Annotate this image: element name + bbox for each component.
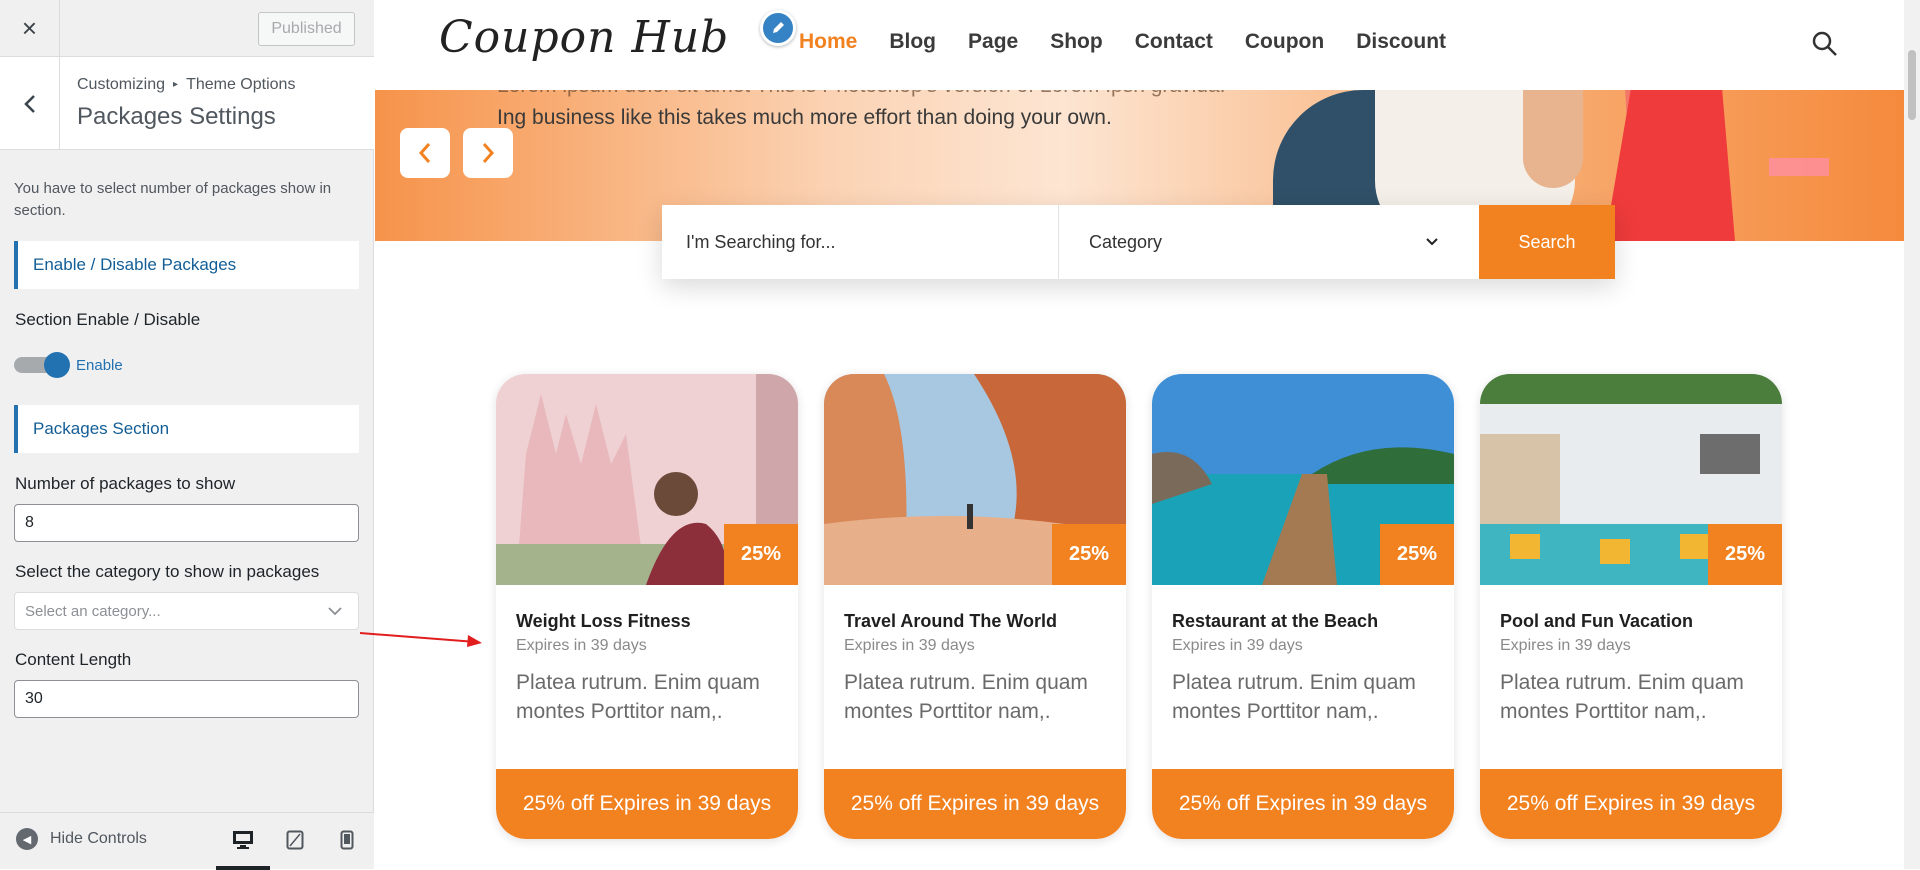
breadcrumb-separator: ▸ [173, 79, 179, 91]
content-length-label: Content Length [15, 650, 132, 669]
package-description: Platea rutrum. Enim quam montes Porttito… [844, 671, 1088, 723]
package-offer-footer[interactable]: 25% off Expires in 39 days [1480, 769, 1782, 839]
site-header: Coupon Hub Home Blog Page Shop Contact C… [375, 0, 1904, 90]
nav-home[interactable]: Home [799, 30, 857, 54]
package-card[interactable]: 25% Weight Loss Fitness Expires in 39 da… [496, 374, 798, 839]
customizer-topbar: × Published [0, 0, 374, 57]
num-packages-label: Number of packages to show [15, 474, 236, 493]
nav-page[interactable]: Page [968, 30, 1018, 54]
category-dropdown-value: Category [1089, 231, 1163, 252]
section-description: You have to select number of packages sh… [14, 180, 332, 219]
package-description: Platea rutrum. Enim quam montes Porttito… [1172, 671, 1416, 723]
section-enable-toggle[interactable] [14, 352, 70, 378]
tablet-icon [286, 830, 304, 850]
package-expiry: Expires in 39 days [1500, 637, 1631, 654]
pencil-icon [773, 22, 784, 33]
breadcrumb-parent: Theme Options [186, 76, 296, 93]
preview-scrollbar[interactable] [1904, 0, 1920, 869]
package-title[interactable]: Pool and Fun Vacation [1500, 611, 1693, 632]
chevron-left-icon [418, 143, 431, 163]
package-offer-footer[interactable]: 25% off Expires in 39 days [824, 769, 1126, 839]
hide-controls-button[interactable]: ◀ Hide Controls [16, 828, 147, 850]
package-card[interactable]: 25% Travel Around The World Expires in 3… [824, 374, 1126, 839]
hero-image-part [1523, 88, 1583, 188]
toggle-knob [44, 352, 70, 378]
customizer-sidebar: × Published Customizing ▸ Theme Options Pa… [0, 0, 374, 870]
close-icon: × [21, 13, 38, 43]
discount-badge: 25% [1052, 524, 1126, 585]
section-header: Customizing ▸ Theme Options Packages Setti… [0, 57, 374, 150]
site-logo[interactable]: Coupon Hub [439, 12, 729, 63]
shopping-bag-image [1605, 88, 1735, 241]
annotation-arrow-icon [359, 632, 482, 647]
chevron-right-icon [482, 143, 495, 163]
nav-coupon[interactable]: Coupon [1245, 30, 1324, 54]
publish-button[interactable]: Published [258, 12, 355, 46]
back-button[interactable] [0, 57, 60, 150]
hide-controls-label: Hide Controls [50, 830, 147, 847]
package-expiry: Expires in 39 days [844, 637, 975, 654]
package-card[interactable]: 25% Restaurant at the Beach Expires in 3… [1152, 374, 1454, 839]
collapse-icon: ◀ [16, 828, 38, 850]
chevron-down-icon [328, 607, 342, 616]
package-offer-footer[interactable]: 25% off Expires in 39 days [1152, 769, 1454, 839]
slider-prev-button[interactable] [400, 128, 450, 178]
package-card[interactable]: 25% Pool and Fun Vacation Expires in 39 … [1480, 374, 1782, 839]
section-enable-label: Section Enable / Disable [15, 310, 201, 329]
toggle-label: Enable [76, 357, 123, 374]
device-tablet-button[interactable] [282, 827, 308, 853]
section-title: Packages Settings [77, 103, 276, 130]
package-title[interactable]: Weight Loss Fitness [516, 611, 691, 632]
search-input[interactable]: I'm Searching for... [662, 205, 1059, 279]
mobile-icon [340, 830, 354, 850]
edit-shortcut-button[interactable] [760, 10, 796, 46]
package-offer-footer[interactable]: 25% off Expires in 39 days [496, 769, 798, 839]
num-packages-input[interactable]: 8 [14, 504, 359, 542]
content-length-input[interactable]: 30 [14, 680, 359, 718]
device-desktop-button[interactable] [230, 827, 256, 853]
desktop-icon [233, 831, 253, 849]
nav-contact[interactable]: Contact [1135, 30, 1213, 54]
search-icon[interactable] [1811, 30, 1839, 58]
scrollbar-thumb[interactable] [1908, 50, 1916, 120]
device-mobile-button[interactable] [334, 827, 360, 853]
chevron-down-icon [1426, 238, 1438, 246]
category-select-value: Select an category... [25, 602, 161, 620]
category-label: Select the category to show in packages [15, 562, 320, 581]
coupon-search-bar: I'm Searching for... Category Search [662, 205, 1615, 279]
package-description: Platea rutrum. Enim quam montes Porttito… [1500, 671, 1744, 723]
close-customizer-button[interactable]: × [0, 0, 60, 57]
nav-discount[interactable]: Discount [1356, 30, 1446, 54]
discount-badge: 25% [1380, 524, 1454, 585]
decorative-shape [1769, 158, 1829, 176]
category-select[interactable]: Select an category... [14, 592, 359, 630]
package-title[interactable]: Restaurant at the Beach [1172, 611, 1378, 632]
search-button[interactable]: Search [1479, 205, 1615, 279]
breadcrumb: Customizing ▸ Theme Options [77, 76, 295, 94]
package-expiry: Expires in 39 days [1172, 637, 1303, 654]
breadcrumb-root: Customizing [77, 76, 166, 93]
main-nav: Home Blog Page Shop Contact Coupon Disco… [799, 30, 1446, 54]
nav-blog[interactable]: Blog [889, 30, 936, 54]
chevron-left-icon [23, 94, 35, 113]
package-title[interactable]: Travel Around The World [844, 611, 1057, 632]
category-dropdown[interactable]: Category [1059, 205, 1479, 279]
slider-next-button[interactable] [463, 128, 513, 178]
package-description: Platea rutrum. Enim quam montes Porttito… [516, 671, 760, 723]
customizer-footer: ◀ Hide Controls [0, 812, 374, 870]
nav-shop[interactable]: Shop [1050, 30, 1103, 54]
discount-badge: 25% [724, 524, 798, 585]
group-packages-section: Packages Section [14, 405, 359, 453]
site-preview: Lorem ipsum dolor sit amet This is Photo… [375, 0, 1920, 869]
hero-line-2: Ing business like this takes much more e… [497, 106, 1112, 129]
active-device-indicator [216, 866, 270, 870]
discount-badge: 25% [1708, 524, 1782, 585]
group-enable-disable-packages: Enable / Disable Packages [14, 241, 359, 289]
package-expiry: Expires in 39 days [516, 637, 647, 654]
